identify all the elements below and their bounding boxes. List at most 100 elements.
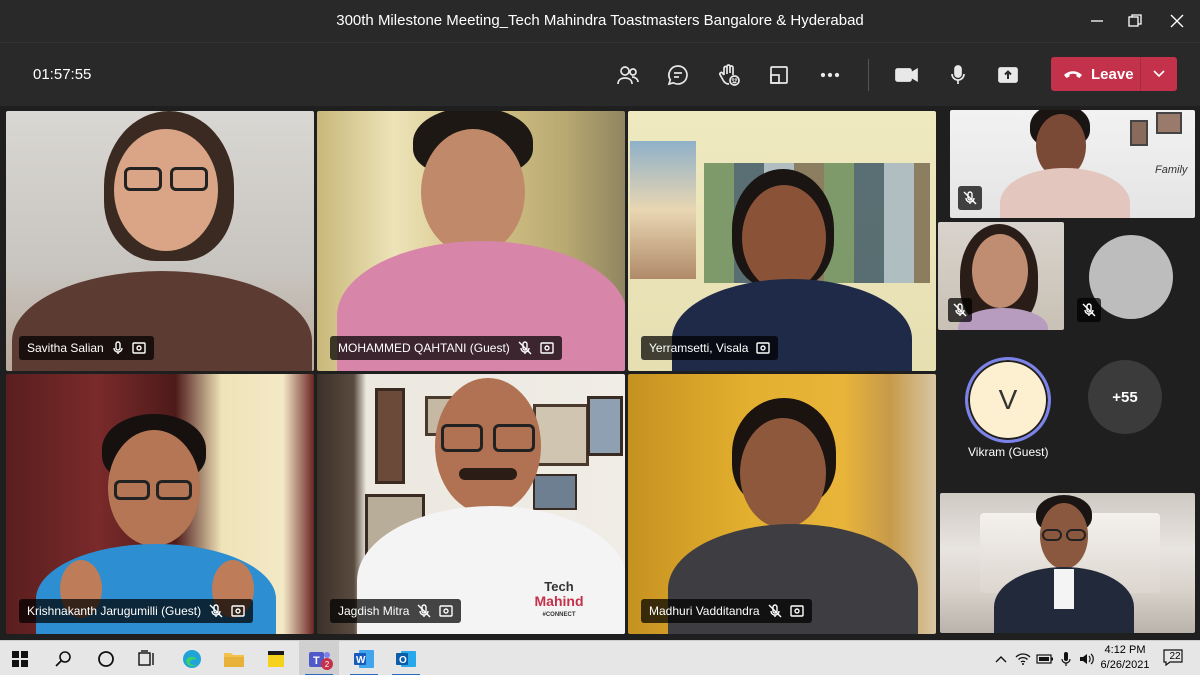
rooms-icon bbox=[770, 66, 788, 84]
overflow-count: +55 bbox=[1112, 388, 1138, 406]
video-tile[interactable]: Madhuri Vadditandra bbox=[628, 374, 936, 634]
view-button[interactable] bbox=[763, 59, 795, 91]
share-button[interactable] bbox=[992, 59, 1024, 91]
shirt-logo-line2: Mahind bbox=[534, 593, 584, 609]
window-title: 300th Milestone Meeting_Tech Mahindra To… bbox=[336, 12, 864, 29]
word-icon: W bbox=[354, 649, 374, 668]
participant-nameplate: Krishnakanth Jarugumilli (Guest) bbox=[19, 599, 254, 623]
video-tile[interactable] bbox=[938, 222, 1064, 330]
wall-frame bbox=[587, 396, 623, 456]
participant-nameplate: Jagdish Mitra bbox=[330, 599, 462, 623]
leave-main[interactable]: Leave bbox=[1051, 57, 1141, 91]
clock-time: 4:12 PM bbox=[1104, 644, 1146, 656]
teams-meeting-window: 300th Milestone Meeting_Tech Mahindra To… bbox=[0, 0, 1200, 675]
mute-indicator bbox=[958, 186, 982, 210]
microphone-muted-icon bbox=[953, 303, 967, 317]
task-view-icon bbox=[138, 649, 154, 666]
more-participants-button[interactable]: +55 bbox=[1088, 360, 1162, 434]
title-bar: 300th Milestone Meeting_Tech Mahindra To… bbox=[0, 0, 1200, 42]
wall-frame bbox=[533, 404, 589, 466]
camera-button[interactable] bbox=[891, 59, 923, 91]
video-effects-icon bbox=[132, 342, 146, 354]
self-view-tile[interactable] bbox=[940, 493, 1195, 633]
wall-frame bbox=[533, 474, 577, 510]
search-button[interactable] bbox=[44, 641, 84, 675]
video-effects-icon bbox=[439, 605, 454, 617]
taskbar-edge[interactable] bbox=[172, 641, 212, 675]
video-tile[interactable]: Tech Mahind #CONNECT Jagdish Mitra bbox=[317, 374, 625, 634]
chat-button[interactable] bbox=[662, 59, 694, 91]
taskbar-teams[interactable]: T 2 bbox=[299, 641, 339, 675]
participant-name: Savitha Salian bbox=[27, 341, 104, 355]
microphone-tray-button[interactable] bbox=[1055, 641, 1077, 675]
participant-name: Krishnakanth Jarugumilli (Guest) bbox=[27, 604, 202, 618]
wall-frame bbox=[1130, 120, 1148, 146]
wifi-icon bbox=[1015, 652, 1031, 665]
meeting-timer: 01:57:55 bbox=[33, 66, 92, 83]
notifications-button[interactable]: 22 bbox=[1162, 648, 1186, 668]
microphone-muted-icon bbox=[963, 191, 977, 205]
svg-text:T: T bbox=[313, 655, 320, 667]
participant-avatar[interactable] bbox=[1089, 235, 1173, 319]
cortana-button[interactable] bbox=[86, 641, 126, 675]
participant-nameplate: MOHAMMED QAHTANI (Guest) bbox=[330, 336, 562, 360]
taskbar-sticky-notes[interactable] bbox=[256, 641, 296, 675]
taskbar-word[interactable]: W bbox=[344, 641, 384, 675]
close-icon bbox=[1170, 14, 1184, 28]
mic-button[interactable] bbox=[942, 59, 974, 91]
microphone-icon bbox=[1061, 651, 1071, 666]
microphone-muted-icon bbox=[209, 604, 223, 618]
minimize-icon bbox=[1091, 20, 1103, 22]
avatar-initial: V bbox=[998, 384, 1018, 415]
video-tile[interactable]: Family bbox=[950, 110, 1195, 218]
shirt-logo: Tech Mahind #CONNECT bbox=[527, 580, 591, 622]
windows-logo-icon bbox=[12, 650, 28, 667]
battery-button[interactable] bbox=[1034, 641, 1056, 675]
leave-options-button[interactable] bbox=[1141, 70, 1177, 78]
chat-icon bbox=[667, 65, 688, 86]
more-icon bbox=[820, 72, 840, 78]
start-button[interactable] bbox=[0, 641, 40, 675]
participant-name: Vikram (Guest) bbox=[968, 445, 1049, 459]
battery-icon bbox=[1036, 653, 1053, 664]
microphone-muted-icon bbox=[1082, 303, 1096, 317]
more-actions-button[interactable] bbox=[814, 59, 846, 91]
search-icon bbox=[55, 650, 71, 667]
participant-nameplate: Madhuri Vadditandra bbox=[641, 599, 812, 623]
video-tile[interactable]: Yerramsetti, Visala bbox=[628, 111, 936, 371]
notification-count: 22 bbox=[1169, 650, 1181, 662]
video-tile[interactable]: MOHAMMED QAHTANI (Guest) bbox=[317, 111, 625, 371]
outlook-icon: O bbox=[396, 650, 416, 667]
shirt-logo-line1: Tech bbox=[544, 579, 574, 594]
close-button[interactable] bbox=[1163, 8, 1191, 34]
show-hidden-icons-button[interactable] bbox=[990, 641, 1012, 675]
wall-decal-text: Family bbox=[1155, 164, 1188, 176]
task-view-button[interactable] bbox=[127, 641, 167, 675]
restore-button[interactable] bbox=[1121, 8, 1149, 34]
windows-taskbar: T 2 W O 4:12 PM 6/26/2021 22 bbox=[0, 640, 1200, 675]
taskbar-file-explorer[interactable] bbox=[214, 641, 254, 675]
taskbar-clock[interactable]: 4:12 PM 6/26/2021 bbox=[1098, 643, 1152, 673]
taskbar-outlook[interactable]: O bbox=[386, 641, 426, 675]
minimize-button[interactable] bbox=[1083, 8, 1111, 34]
microphone-icon bbox=[951, 65, 965, 84]
wall-frame bbox=[375, 388, 405, 484]
chevron-down-icon bbox=[1153, 70, 1165, 78]
volume-button[interactable] bbox=[1076, 641, 1098, 675]
svg-text:O: O bbox=[399, 655, 407, 666]
video-tile[interactable]: Krishnakanth Jarugumilli (Guest) bbox=[6, 374, 314, 634]
mute-indicator bbox=[948, 298, 972, 322]
people-icon bbox=[617, 66, 639, 85]
shirt-logo-line3: #CONNECT bbox=[542, 612, 576, 618]
reactions-button[interactable] bbox=[713, 59, 745, 91]
participant-nameplate: Savitha Salian bbox=[19, 336, 154, 360]
video-tile[interactable]: Savitha Salian bbox=[6, 111, 314, 371]
participant-name: MOHAMMED QAHTANI (Guest) bbox=[338, 341, 510, 355]
video-effects-icon bbox=[756, 342, 771, 354]
leave-label: Leave bbox=[1091, 65, 1134, 83]
leave-button[interactable]: Leave bbox=[1051, 57, 1177, 91]
toolbar-divider bbox=[868, 59, 869, 91]
participants-button[interactable] bbox=[612, 59, 644, 91]
participant-avatar-vikram[interactable]: V bbox=[965, 357, 1051, 443]
network-button[interactable] bbox=[1012, 641, 1034, 675]
